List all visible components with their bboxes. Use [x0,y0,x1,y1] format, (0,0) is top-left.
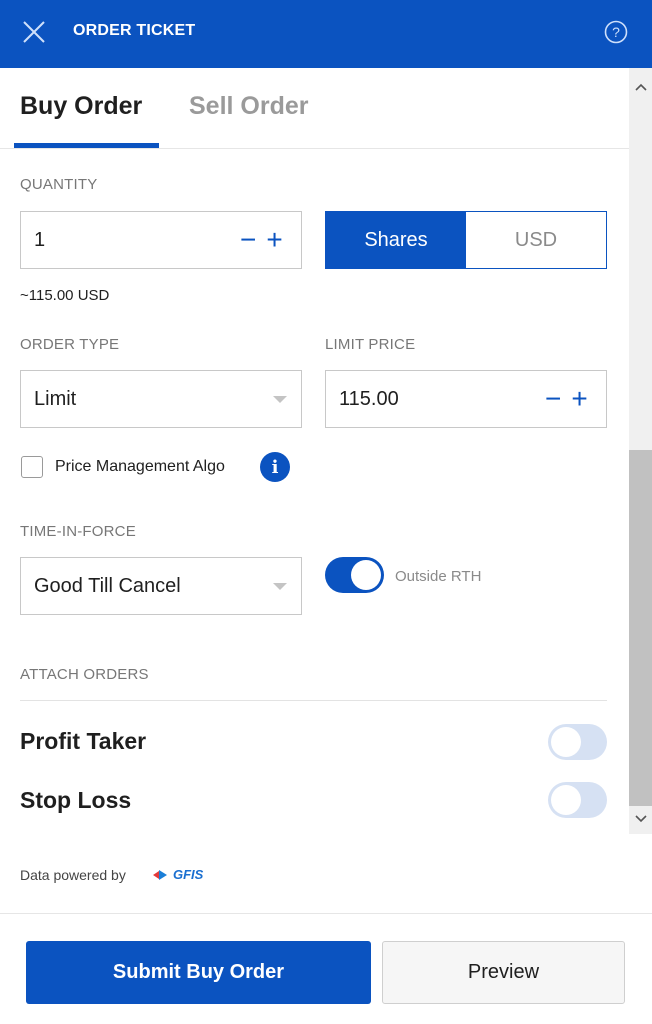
svg-text:?: ? [612,24,620,40]
profit-taker-toggle[interactable] [548,724,607,760]
outside-rth-label: Outside RTH [395,568,482,585]
limit-price-stepper: − + [545,385,588,413]
close-icon [23,21,45,43]
quantity-unit-toggle: Shares USD [325,211,607,269]
help-button[interactable]: ? [603,19,629,45]
toggle-knob [351,560,381,590]
header-title: ORDER TICKET [73,22,196,39]
toggle-knob [551,727,581,757]
chevron-up-icon [634,83,647,91]
limit-price-value: 115.00 [339,388,399,410]
price-algo-label: Price Management Algo [55,458,225,475]
gfis-logo-icon [153,869,167,880]
tab-sell-order[interactable]: Sell Order [189,92,309,121]
order-type-select[interactable]: Limit [20,370,302,428]
quantity-decrement-button[interactable]: − [240,226,256,254]
limit-price-label: LIMIT PRICE [325,336,416,353]
limit-price-decrement-button[interactable]: − [545,385,561,413]
footer-divider [0,913,652,914]
profit-taker-label: Profit Taker [20,728,147,754]
quantity-input[interactable]: 1 − + [20,211,302,269]
header-bar: ORDER TICKET ? [0,0,652,68]
help-icon: ? [604,20,628,44]
info-icon[interactable]: i [260,452,290,482]
divider [20,700,607,701]
outside-rth-toggle[interactable] [325,557,384,593]
gfis-logo-text: GFIS [173,867,204,882]
dropdown-caret-icon [273,583,287,590]
submit-buy-order-button[interactable]: Submit Buy Order [26,941,371,1004]
limit-price-input[interactable]: 115.00 − + [325,370,607,428]
time-in-force-select[interactable]: Good Till Cancel [20,557,302,615]
scroll-down-button[interactable] [629,808,652,830]
stop-loss-toggle[interactable] [548,782,607,818]
tab-buy-order[interactable]: Buy Order [20,92,142,121]
quantity-value: 1 [34,229,46,251]
limit-price-increment-button[interactable]: + [571,385,587,413]
quantity-estimate: ~115.00 USD [20,287,110,304]
order-type-label: ORDER TYPE [20,336,120,353]
quantity-stepper: − + [240,226,283,254]
quantity-increment-button[interactable]: + [266,226,282,254]
price-algo-checkbox[interactable] [21,456,43,478]
toggle-knob [551,785,581,815]
quantity-label: QUANTITY [20,176,98,193]
gfis-logo: GFIS [153,867,203,882]
close-button[interactable] [18,16,52,50]
unit-shares-button[interactable]: Shares [326,212,466,268]
time-in-force-label: TIME-IN-FORCE [20,523,136,540]
attribution-text: Data powered by [20,867,126,883]
unit-usd-button[interactable]: USD [466,212,606,268]
scroll-up-button[interactable] [629,76,652,98]
scrollbar-thumb[interactable] [629,450,652,806]
order-side-tabs: Buy Order Sell Order [0,68,629,149]
preview-button[interactable]: Preview [382,941,625,1004]
stop-loss-label: Stop Loss [20,787,132,813]
chevron-down-icon [634,815,647,823]
attach-orders-label: ATTACH ORDERS [20,666,149,683]
active-tab-indicator [14,143,159,148]
dropdown-caret-icon [273,396,287,403]
time-in-force-value: Good Till Cancel [34,575,181,597]
order-type-value: Limit [34,388,77,410]
